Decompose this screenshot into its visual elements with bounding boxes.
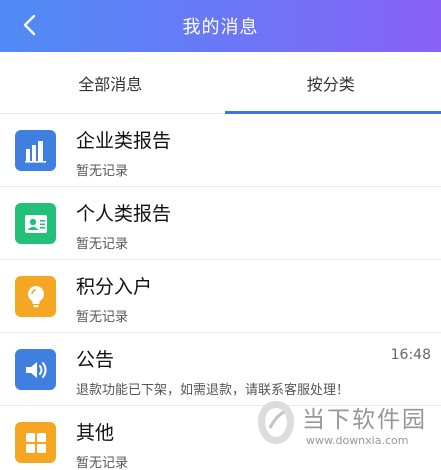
tab-by-category[interactable]: 按分类: [221, 52, 441, 114]
building-icon: [15, 130, 56, 171]
list-item-points-registration[interactable]: 积分入户 暂无记录: [0, 260, 441, 333]
item-time: 16:48: [390, 347, 431, 363]
contact-card-icon: [15, 203, 56, 244]
back-button[interactable]: [14, 10, 44, 40]
item-subtitle: 暂无记录: [76, 456, 129, 470]
item-subtitle: 暂无记录: [76, 237, 129, 252]
watermark-url: www.downxia.com: [306, 434, 409, 447]
list-item-personal-report[interactable]: 个人类报告 暂无记录: [0, 187, 441, 260]
watermark-logo-icon: [258, 401, 294, 444]
watermark-text: 当下软件园: [302, 407, 427, 433]
chevron-left-icon: [23, 14, 36, 36]
item-title: 个人类报告: [76, 203, 172, 225]
item-title: 企业类报告: [76, 130, 172, 152]
watermark: 当下软件园 www.downxia.com: [252, 396, 441, 456]
item-title: 积分入户: [76, 276, 153, 298]
page-title: 我的消息: [182, 17, 259, 38]
item-title: 公告: [76, 349, 115, 371]
grid-icon: [15, 422, 56, 463]
item-title: 其他: [76, 422, 115, 444]
item-subtitle: 暂无记录: [76, 164, 129, 179]
tab-bar: 全部消息 按分类: [0, 52, 441, 114]
item-subtitle: 暂无记录: [76, 310, 129, 325]
lightbulb-icon: [15, 276, 56, 317]
tab-all-messages[interactable]: 全部消息: [0, 52, 221, 113]
app-header: 我的消息: [0, 0, 441, 52]
list-item-enterprise-report[interactable]: 企业类报告 暂无记录: [0, 114, 441, 187]
speaker-icon: [15, 349, 56, 390]
